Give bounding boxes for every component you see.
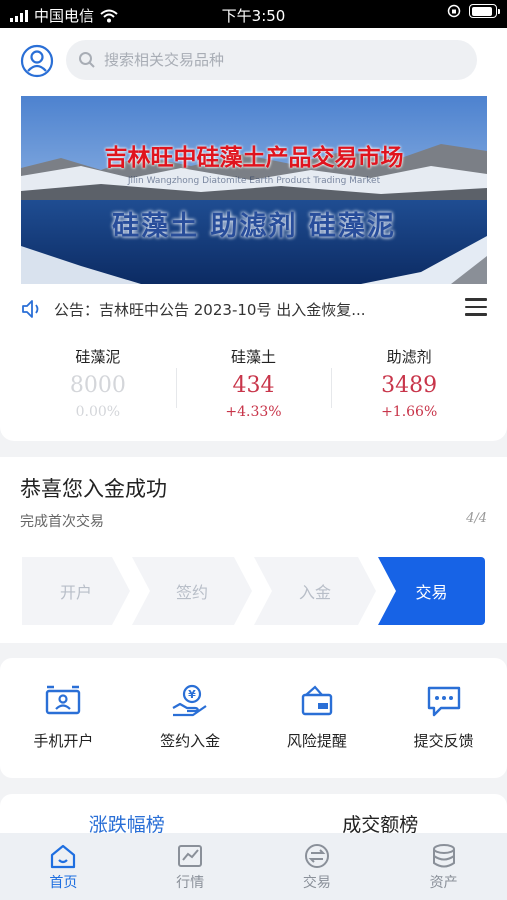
shortcut-sign-deposit[interactable]: ¥ 签约入金 xyxy=(127,658,254,778)
onboarding-guide-card: 恭喜您入金成功 完成首次交易 4/4 开户 签约 入金 交易 xyxy=(0,457,507,643)
database-icon xyxy=(432,844,455,868)
banner-carousel[interactable]: 吉林旺中硅藻土产品交易市场 Jilin Wangzhong Diatomite … xyxy=(21,96,487,284)
user-avatar-icon[interactable] xyxy=(20,44,54,78)
guide-heading: 恭喜您入金成功 xyxy=(20,477,167,501)
quote-change: +4.33% xyxy=(225,404,282,420)
quote-panel: 硅藻泥 8000 0.00% 硅藻土 434 +4.33% 助滤剂 3489 +… xyxy=(20,340,487,430)
exchange-icon xyxy=(304,844,329,868)
quote-price: 3489 xyxy=(381,373,438,398)
guide-step-counter: 4/4 xyxy=(466,511,487,526)
home-header-card: 吉林旺中硅藻土产品交易市场 Jilin Wangzhong Diatomite … xyxy=(0,28,507,441)
quote-item[interactable]: 助滤剂 3489 +1.66% xyxy=(331,340,487,430)
announcement-text[interactable]: 公告：吉林旺中公告 2023-10号 出入金恢复... xyxy=(54,299,434,320)
risk-card-icon xyxy=(301,685,333,716)
quote-item[interactable]: 硅藻泥 8000 0.00% xyxy=(20,340,176,430)
tab-label: 行情 xyxy=(176,875,205,891)
speaker-icon xyxy=(22,300,39,318)
quote-name: 硅藻土 xyxy=(231,348,277,366)
battery-icon xyxy=(469,4,500,18)
shortcut-open-account[interactable]: 手机开户 xyxy=(0,658,127,778)
guide-subtitle: 完成首次交易 xyxy=(20,514,104,530)
search-icon xyxy=(79,52,95,68)
home-icon xyxy=(51,844,76,869)
tab-trade[interactable]: 交易 xyxy=(254,833,381,900)
tab-market[interactable]: 行情 xyxy=(127,833,254,900)
chart-icon xyxy=(178,845,203,867)
step-sign[interactable]: 签约 xyxy=(132,557,252,625)
progress-steps: 开户 签约 入金 交易 xyxy=(22,557,485,625)
step-trade[interactable]: 交易 xyxy=(378,557,485,625)
quote-name: 硅藻泥 xyxy=(75,348,121,366)
quote-change: 0.00% xyxy=(75,404,121,420)
banner-subtitle: Jilin Wangzhong Diatomite Earth Product … xyxy=(127,176,381,186)
shortcut-grid: 手机开户 ¥ 签约入金 风险提醒 提交反馈 xyxy=(0,658,507,778)
status-bar: 中国电信 下午3:50 xyxy=(0,0,507,28)
tab-label: 首页 xyxy=(49,875,78,891)
announcement-bar[interactable]: 公告：吉林旺中公告 2023-10号 出入金恢复... xyxy=(20,294,487,324)
search-input[interactable] xyxy=(104,51,444,69)
banner-landscape-image xyxy=(21,96,487,284)
announcement-menu-icon[interactable] xyxy=(465,298,487,318)
bottom-tab-bar: 首页 行情 交易 资产 xyxy=(0,833,507,900)
quote-name: 助滤剂 xyxy=(386,348,432,366)
shortcut-risk-alert[interactable]: 风险提醒 xyxy=(254,658,381,778)
quote-price: 434 xyxy=(232,373,275,398)
id-card-icon xyxy=(46,685,81,715)
shortcut-label: 手机开户 xyxy=(33,732,94,750)
tab-home[interactable]: 首页 xyxy=(0,833,127,900)
banner-title: 吉林旺中硅藻土产品交易市场 xyxy=(104,145,404,171)
step-open-account[interactable]: 开户 xyxy=(22,557,130,625)
tab-label: 交易 xyxy=(302,875,331,891)
step-deposit[interactable]: 入金 xyxy=(254,557,376,625)
clock: 下午3:50 xyxy=(221,7,286,25)
shortcut-label: 风险提醒 xyxy=(286,732,347,750)
shortcut-feedback[interactable]: 提交反馈 xyxy=(380,658,507,778)
shortcut-label: 提交反馈 xyxy=(413,732,474,750)
shortcut-label: 签约入金 xyxy=(160,732,221,750)
tab-assets[interactable]: 资产 xyxy=(380,833,507,900)
chat-bubble-icon xyxy=(427,686,460,717)
quote-change: +1.66% xyxy=(381,404,438,420)
search-bar[interactable] xyxy=(66,40,477,80)
quote-price: 8000 xyxy=(69,373,126,398)
quote-item[interactable]: 硅藻土 434 +4.33% xyxy=(175,340,332,430)
yuan-hand-icon: ¥ xyxy=(172,684,207,717)
banner-slogan: 硅藻土 助滤剂 硅藻泥 xyxy=(112,211,396,242)
orientation-lock-icon xyxy=(447,4,461,18)
tab-label: 资产 xyxy=(429,875,458,891)
svg-text:¥: ¥ xyxy=(188,688,196,701)
